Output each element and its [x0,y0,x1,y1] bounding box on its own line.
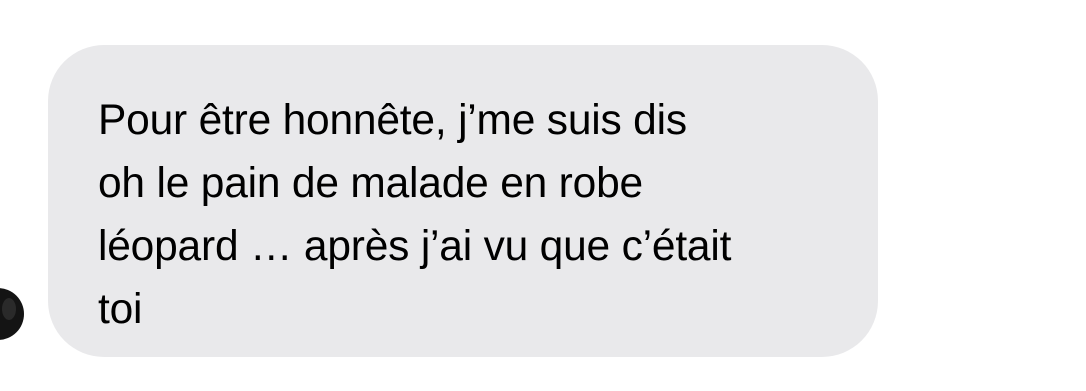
message-text: Pour être honnête, j’me suis dis oh le p… [98,89,838,341]
message-line: léopard … après j’ai vu que c’était [98,223,732,270]
message-bubble[interactable]: Pour être honnête, j’me suis dis oh le p… [48,45,878,357]
contact-avatar-icon[interactable] [0,288,24,340]
message-thread: Pour être honnête, j’me suis dis oh le p… [0,0,1086,391]
message-line: Pour être honnête, j’me suis dis [98,97,687,144]
message-line: toi [98,286,143,333]
message-line: oh le pain de malade en robe [98,160,643,207]
